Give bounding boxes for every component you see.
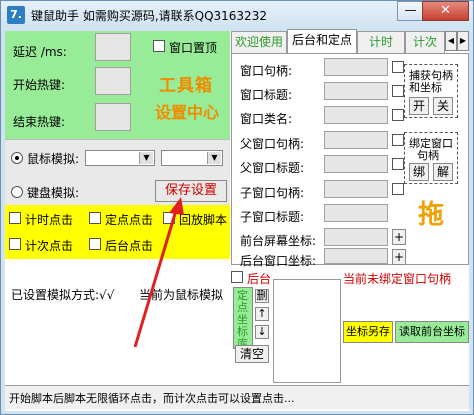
app-window: 7. 键鼠助手 如需购买源码,请联系QQ3163232 — ✕ 延迟 /ms: …	[0, 0, 474, 415]
annotation-arrow-icon	[133, 197, 184, 348]
